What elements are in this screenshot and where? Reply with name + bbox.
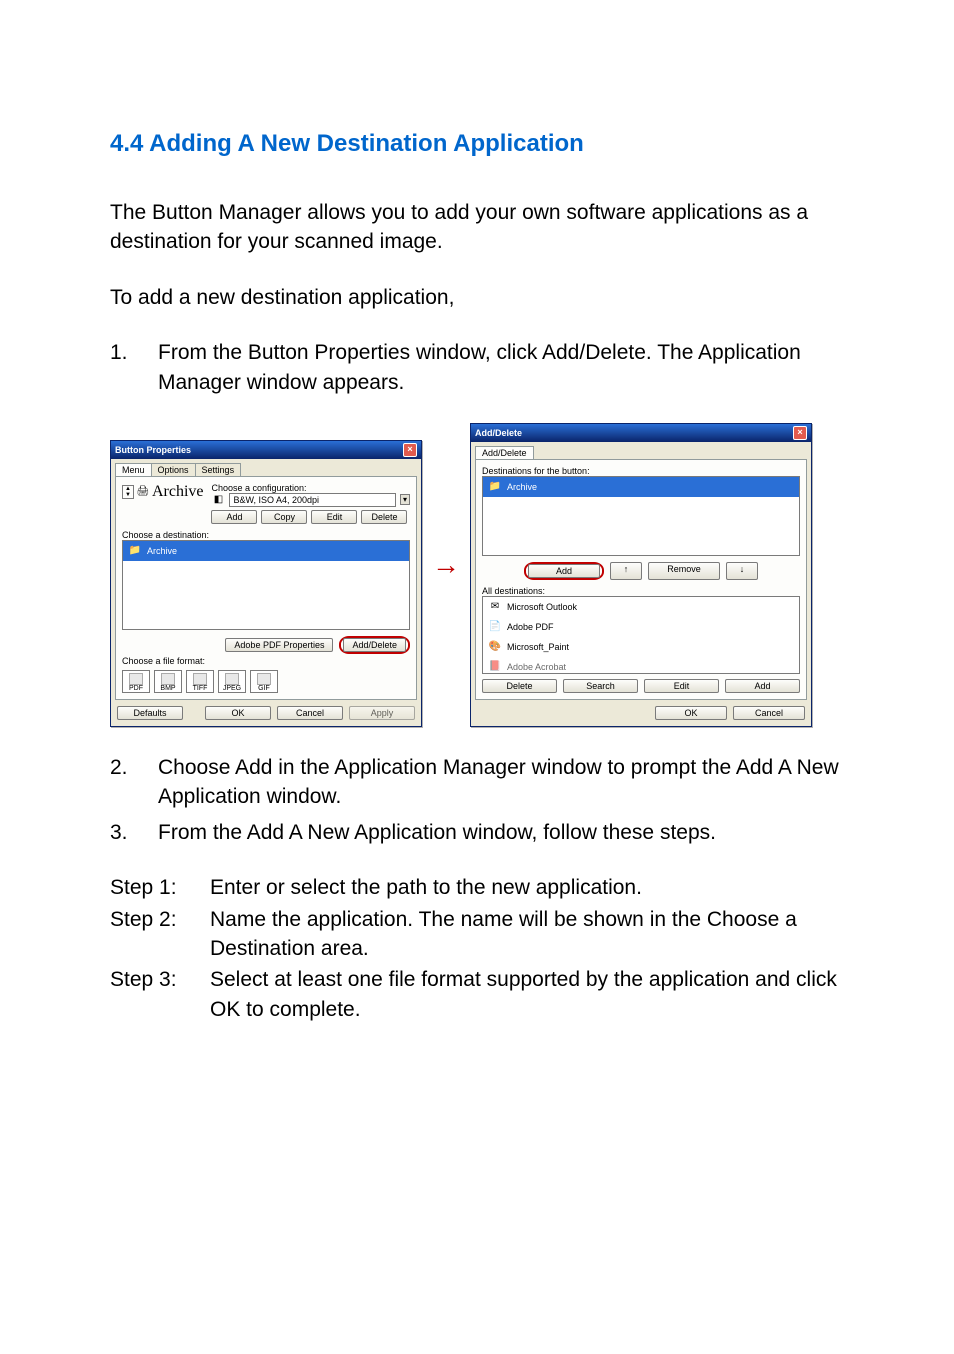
list-item[interactable]: 📕 Adobe Acrobat: [483, 657, 799, 674]
format-gif[interactable]: GIF: [250, 670, 278, 693]
arrow-right-icon: →: [432, 549, 460, 581]
add-delete-dialog: Add/Delete × Add/Delete Destinations for…: [470, 423, 812, 727]
remove-button[interactable]: Remove: [648, 562, 720, 580]
intro-paragraph-2: To add a new destination application,: [110, 283, 844, 312]
list-item-label: Adobe PDF: [507, 622, 554, 632]
paint-icon: 🎨: [488, 640, 502, 654]
format-pdf[interactable]: PDF: [122, 670, 150, 693]
highlight-oval-add: Add: [524, 562, 604, 580]
all-destinations-label: All destinations:: [482, 586, 800, 596]
cancel-button[interactable]: Cancel: [733, 706, 805, 720]
destinations-for-button-label: Destinations for the button:: [482, 466, 800, 476]
tab-add-delete[interactable]: Add/Delete: [475, 446, 534, 459]
destination-item-label: Archive: [507, 482, 537, 492]
fileformat-label: Choose a file format:: [122, 656, 410, 666]
step2-label: Step 2:: [110, 905, 210, 934]
apply-button[interactable]: Apply: [349, 706, 415, 720]
ok-button[interactable]: OK: [655, 706, 727, 720]
close-icon[interactable]: ×: [793, 426, 807, 440]
destination-item-archive[interactable]: 📁 Archive: [123, 541, 409, 561]
add2-button[interactable]: Add: [725, 679, 800, 693]
screenshot-figure: Button Properties × Menu Options Setting…: [110, 423, 844, 727]
step3-label: Step 3:: [110, 965, 210, 994]
step-number-2: 2.: [110, 753, 158, 782]
list-item-label: Adobe Acrobat: [507, 662, 566, 672]
step3-text: Select at least one file format supporte…: [210, 965, 844, 1024]
tab-settings[interactable]: Settings: [195, 463, 242, 476]
dialog1-title: Button Properties: [115, 445, 191, 455]
dialog2-title: Add/Delete: [475, 428, 522, 438]
search-button[interactable]: Search: [563, 679, 638, 693]
tab-menu[interactable]: Menu: [115, 463, 152, 476]
chevron-down-icon[interactable]: ▾: [400, 494, 410, 505]
format-jpeg[interactable]: JPEG: [218, 670, 246, 693]
outlook-icon: ✉: [488, 600, 502, 614]
config-edit-button[interactable]: Edit: [311, 510, 357, 524]
step2-text: Name the application. The name will be s…: [210, 905, 844, 964]
move-up-button[interactable]: ↑: [610, 562, 642, 580]
delete-button[interactable]: Delete: [482, 679, 557, 693]
button-destinations-list[interactable]: 📁 Archive: [482, 476, 800, 556]
bw-icon: ◧: [211, 493, 225, 507]
all-destinations-list[interactable]: ✉ Microsoft Outlook 📄 Adobe PDF 🎨 Microsoft…: [482, 596, 800, 674]
step-number-1: 1.: [110, 338, 158, 367]
move-down-button[interactable]: ↓: [726, 562, 758, 580]
config-label: Choose a configuration:: [211, 483, 410, 493]
scanner-icon: 🖨: [136, 485, 150, 499]
profile-name: Archive: [152, 483, 204, 501]
edit-button[interactable]: Edit: [644, 679, 719, 693]
cancel-button[interactable]: Cancel: [277, 706, 343, 720]
button-properties-dialog: Button Properties × Menu Options Setting…: [110, 440, 422, 727]
step-text-3: From the Add A New Application window, f…: [158, 818, 844, 847]
intro-paragraph-1: The Button Manager allows you to add you…: [110, 198, 844, 257]
profile-spinner[interactable]: ▲▼: [122, 485, 134, 499]
folder-icon: 📁: [128, 544, 142, 558]
section-heading: 4.4 Adding A New Destination Application: [110, 130, 844, 158]
list-item-label: Microsoft_Paint: [507, 642, 569, 652]
config-delete-button[interactable]: Delete: [361, 510, 407, 524]
list-item[interactable]: ✉ Microsoft Outlook: [483, 597, 799, 617]
add-button[interactable]: Add: [528, 564, 600, 578]
config-combo[interactable]: B&W, ISO A4, 200dpi: [229, 493, 396, 507]
format-tiff[interactable]: TIFF: [186, 670, 214, 693]
close-icon[interactable]: ×: [403, 443, 417, 457]
destination-list[interactable]: 📁 Archive: [122, 540, 410, 630]
config-add-button[interactable]: Add: [211, 510, 257, 524]
tab-options[interactable]: Options: [151, 463, 196, 476]
step1-label: Step 1:: [110, 873, 210, 902]
acrobat-icon: 📕: [488, 660, 502, 674]
folder-icon: 📁: [488, 480, 502, 494]
list-item[interactable]: 📄 Adobe PDF: [483, 617, 799, 637]
pdf-properties-button[interactable]: Adobe PDF Properties: [225, 638, 333, 652]
destination-item-label: Archive: [147, 546, 177, 556]
format-bmp[interactable]: BMP: [154, 670, 182, 693]
step-text-1: From the Button Properties window, click…: [158, 338, 844, 397]
ok-button[interactable]: OK: [205, 706, 271, 720]
list-item[interactable]: 🎨 Microsoft_Paint: [483, 637, 799, 657]
list-item-label: Microsoft Outlook: [507, 602, 577, 612]
highlight-oval: Add/Delete: [339, 636, 410, 654]
step-number-3: 3.: [110, 818, 158, 847]
add-delete-button[interactable]: Add/Delete: [343, 638, 406, 652]
destination-item-archive[interactable]: 📁 Archive: [483, 477, 799, 497]
defaults-button[interactable]: Defaults: [117, 706, 183, 720]
step1-text: Enter or select the path to the new appl…: [210, 873, 844, 902]
destination-label: Choose a destination:: [122, 530, 410, 540]
fileformat-row: PDF BMP TIFF JPEG GIF: [122, 670, 410, 693]
config-copy-button[interactable]: Copy: [261, 510, 307, 524]
step-text-2: Choose Add in the Application Manager wi…: [158, 753, 844, 812]
pdf-icon: 📄: [488, 620, 502, 634]
